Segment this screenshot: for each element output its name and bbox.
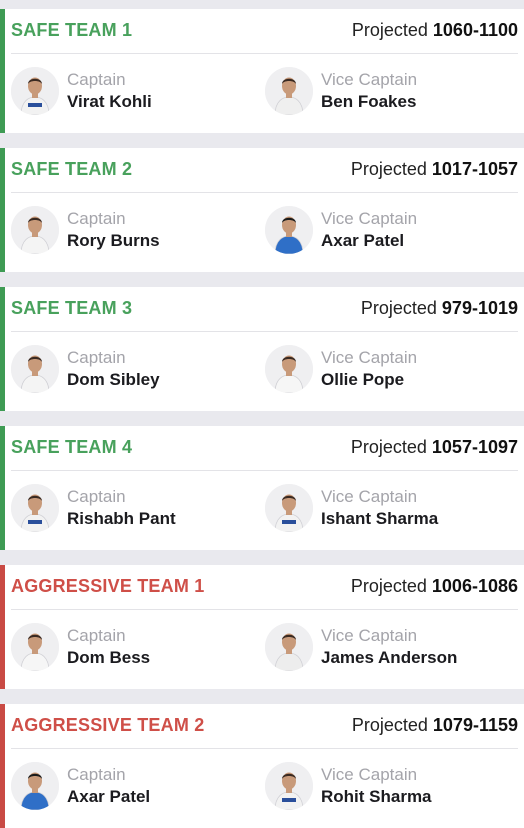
- player-avatar: [265, 484, 313, 532]
- role-label: Vice Captain: [321, 626, 418, 645]
- team-card[interactable]: SAFE TEAM 3 Projected 979-1019 Captain D…: [0, 287, 524, 411]
- projected-label: Projected: [351, 20, 428, 40]
- player-name: Ollie Pope: [321, 370, 405, 389]
- team-title: SAFE TEAM 2: [11, 159, 133, 179]
- player-name: Dom Bess: [67, 648, 151, 667]
- projected-points: Projected 1079-1159: [352, 715, 518, 736]
- team-title: SAFE TEAM 4: [11, 437, 133, 457]
- role-label: Vice Captain: [321, 70, 418, 89]
- projected-points: Projected 1017-1057: [351, 159, 518, 180]
- projected-points: Projected 1006-1086: [351, 576, 518, 597]
- projected-range: 1060-1100: [432, 20, 518, 40]
- player-avatar: [265, 762, 313, 810]
- projected-label: Projected: [350, 576, 427, 596]
- role-label: Vice Captain: [321, 209, 418, 228]
- role-label: Vice Captain: [321, 348, 418, 367]
- projected-range: 979-1019: [441, 298, 518, 318]
- player-avatar: [265, 623, 313, 671]
- divider: [11, 192, 518, 193]
- projected-range: 1057-1097: [431, 437, 518, 457]
- role-label: Vice Captain: [321, 765, 418, 784]
- player-avatar: [11, 623, 59, 671]
- role-label: Vice Captain: [321, 487, 418, 506]
- player-avatar: [11, 762, 59, 810]
- player-avatar: [11, 206, 59, 254]
- projected-range: 1017-1057: [431, 159, 518, 179]
- teams-list: SAFE TEAM 1 Projected 1060-1100 Captain …: [0, 0, 524, 828]
- role-label: Captain: [67, 209, 126, 228]
- team-card[interactable]: SAFE TEAM 1 Projected 1060-1100 Captain …: [0, 9, 524, 133]
- role-label: Captain: [67, 70, 126, 89]
- team-card[interactable]: AGGRESSIVE TEAM 2 Projected 1079-1159 Ca…: [0, 704, 524, 828]
- player-name: Axar Patel: [67, 787, 151, 806]
- projected-label: Projected: [350, 159, 427, 179]
- team-title: AGGRESSIVE TEAM 2: [11, 715, 205, 735]
- projected-label: Projected: [360, 298, 437, 318]
- role-label: Captain: [67, 348, 126, 367]
- projected-label: Projected: [350, 437, 427, 457]
- role-label: Captain: [67, 765, 126, 784]
- role-label: Captain: [67, 487, 126, 506]
- role-label: Captain: [67, 626, 126, 645]
- player-name: Dom Sibley: [67, 370, 160, 389]
- player-avatar: [11, 345, 59, 393]
- divider: [11, 470, 518, 471]
- player-name: James Anderson: [321, 648, 458, 667]
- player-name: Rohit Sharma: [321, 787, 432, 806]
- projected-label: Projected: [351, 715, 428, 735]
- projected-range: 1079-1159: [432, 715, 518, 735]
- player-name: Ishant Sharma: [321, 509, 439, 528]
- player-avatar: [265, 206, 313, 254]
- projected-range: 1006-1086: [431, 576, 518, 596]
- player-name: Rory Burns: [67, 231, 160, 250]
- divider: [11, 748, 518, 749]
- projected-points: Projected 979-1019: [361, 298, 518, 319]
- player-avatar: [11, 484, 59, 532]
- projected-points: Projected 1060-1100: [352, 20, 518, 41]
- team-title: SAFE TEAM 1: [11, 20, 133, 40]
- projected-points: Projected 1057-1097: [351, 437, 518, 458]
- team-card[interactable]: SAFE TEAM 2 Projected 1017-1057 Captain …: [0, 148, 524, 272]
- team-title: AGGRESSIVE TEAM 1: [11, 576, 205, 596]
- divider: [11, 609, 518, 610]
- player-avatar: [265, 345, 313, 393]
- divider: [11, 53, 518, 54]
- player-name: Ben Foakes: [321, 92, 417, 111]
- player-name: Axar Patel: [321, 231, 405, 250]
- player-name: Rishabh Pant: [67, 509, 176, 528]
- team-card[interactable]: AGGRESSIVE TEAM 1 Projected 1006-1086 Ca…: [0, 565, 524, 689]
- player-avatar: [11, 67, 59, 115]
- team-title: SAFE TEAM 3: [11, 298, 133, 318]
- divider: [11, 331, 518, 332]
- team-card[interactable]: SAFE TEAM 4 Projected 1057-1097 Captain …: [0, 426, 524, 550]
- player-name: Virat Kohli: [67, 92, 152, 111]
- player-avatar: [265, 67, 313, 115]
